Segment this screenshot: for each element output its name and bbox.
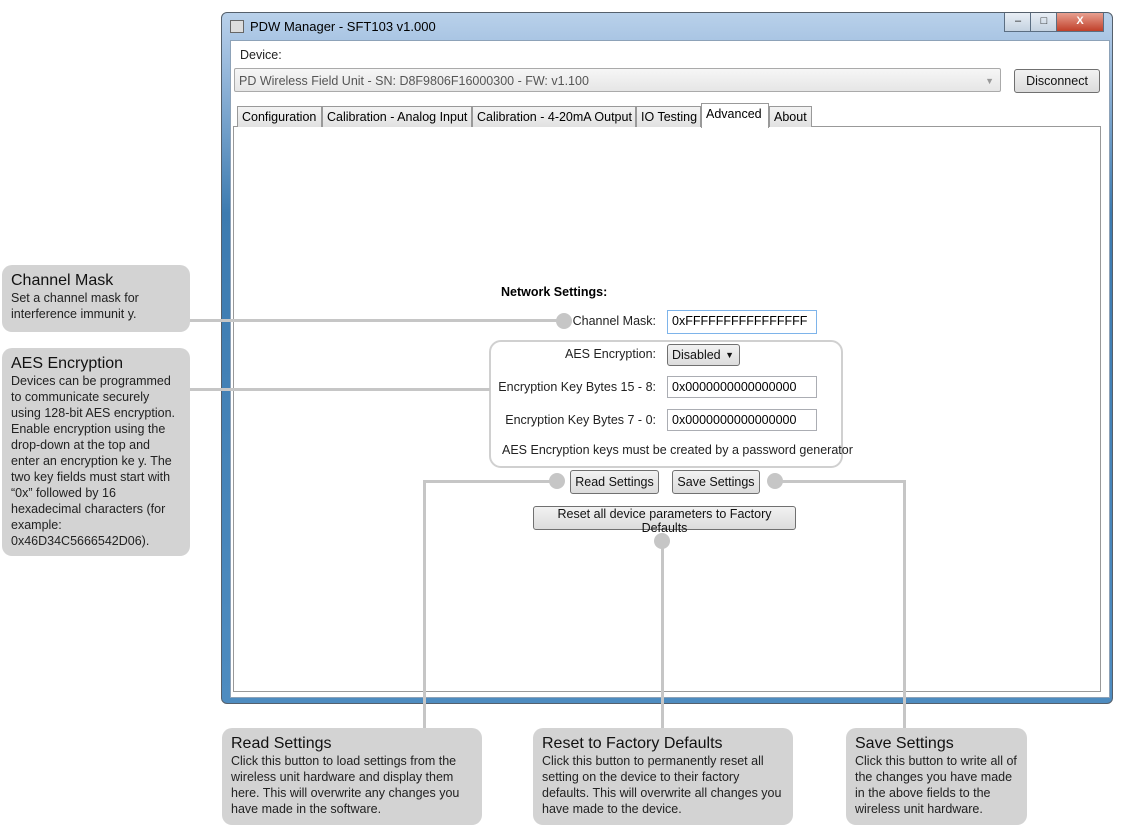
tab-advanced[interactable]: Advanced [701, 103, 769, 128]
connector-dot [549, 473, 565, 489]
channel-mask-label: Channel Mask: [572, 314, 656, 328]
connector-dot [654, 533, 670, 549]
connector-line [423, 480, 553, 483]
close-button[interactable]: X [1056, 13, 1104, 32]
connector-dot [767, 473, 783, 489]
callout-channel-mask: Channel Mask Set a channel mask for inter… [2, 265, 190, 332]
tab-configuration[interactable]: Configuration [237, 106, 322, 127]
window-title: PDW Manager - SFT103 v1.000 [250, 19, 436, 34]
device-select-value: PD Wireless Field Unit - SN: D8F9806F160… [239, 74, 589, 88]
key-bytes-7-0-input[interactable]: 0x0000000000000000 [667, 409, 817, 431]
aes-note: AES Encryption keys must be created by a… [502, 443, 853, 457]
connector-line [423, 480, 426, 730]
aes-encryption-select[interactable]: Disabled ▼ [667, 344, 740, 366]
callout-aes-encryption: AES Encryption Devices can be programmed … [2, 348, 190, 556]
callout-title: Read Settings [231, 735, 332, 752]
device-label: Device: [240, 48, 282, 62]
callout-title: Channel Mask [11, 272, 114, 289]
reset-factory-defaults-button[interactable]: Reset all device parameters to Factory D… [533, 506, 796, 535]
tab-about[interactable]: About [769, 106, 812, 127]
connector-dot [556, 313, 572, 329]
tab-calibration-analog-input[interactable]: Calibration - Analog Input [322, 106, 472, 127]
connector-line [903, 480, 906, 730]
callout-title: AES Encryption [11, 355, 124, 372]
callout-body: Click this button to write all of the ch… [855, 754, 1017, 816]
callout-body: Click this button to load settings from … [231, 754, 460, 816]
save-settings-button[interactable]: Save Settings [672, 470, 760, 494]
minimize-button[interactable]: – [1004, 13, 1032, 32]
chevron-down-icon: ▼ [985, 76, 994, 86]
connector-line [661, 540, 664, 730]
device-select[interactable]: PD Wireless Field Unit - SN: D8F9806F160… [234, 68, 1001, 92]
aes-encryption-label: AES Encryption: [564, 347, 656, 361]
callout-title: Reset to Factory Defaults [542, 735, 723, 752]
key-bytes-15-8-input[interactable]: 0x0000000000000000 [667, 376, 817, 398]
callout-reset-factory-defaults: Reset to Factory Defaults Click this butt… [533, 728, 793, 825]
tab-io-testing[interactable]: IO Testing [636, 106, 701, 127]
callout-body: Click this button to permanently reset a… [542, 754, 782, 816]
tab-calibration-4-20ma-output[interactable]: Calibration - 4-20mA Output [472, 106, 636, 127]
chevron-down-icon: ▼ [725, 350, 734, 360]
callout-body: Devices can be programmed to communicate… [11, 374, 175, 548]
callout-read-settings: Read Settings Click this button to load s… [222, 728, 482, 825]
connector-line [776, 480, 906, 483]
app-icon [230, 20, 244, 33]
callout-title: Save Settings [855, 735, 954, 752]
key-bytes-7-0-label: Encryption Key Bytes 7 - 0: [505, 413, 656, 427]
connector-line [189, 319, 559, 322]
disconnect-button[interactable]: Disconnect [1014, 69, 1100, 93]
channel-mask-input[interactable]: 0xFFFFFFFFFFFFFFFF [667, 310, 817, 334]
aes-encryption-value: Disabled [672, 348, 721, 362]
read-settings-button[interactable]: Read Settings [570, 470, 659, 494]
callout-save-settings: Save Settings Click this button to write … [846, 728, 1027, 825]
key-bytes-15-8-label: Encryption Key Bytes 15 - 8: [498, 380, 656, 394]
maximize-button[interactable]: □ [1030, 13, 1058, 32]
network-settings-heading: Network Settings: [501, 285, 608, 299]
connector-line [189, 388, 490, 391]
callout-body: Set a channel mask for interference immu… [11, 291, 139, 321]
